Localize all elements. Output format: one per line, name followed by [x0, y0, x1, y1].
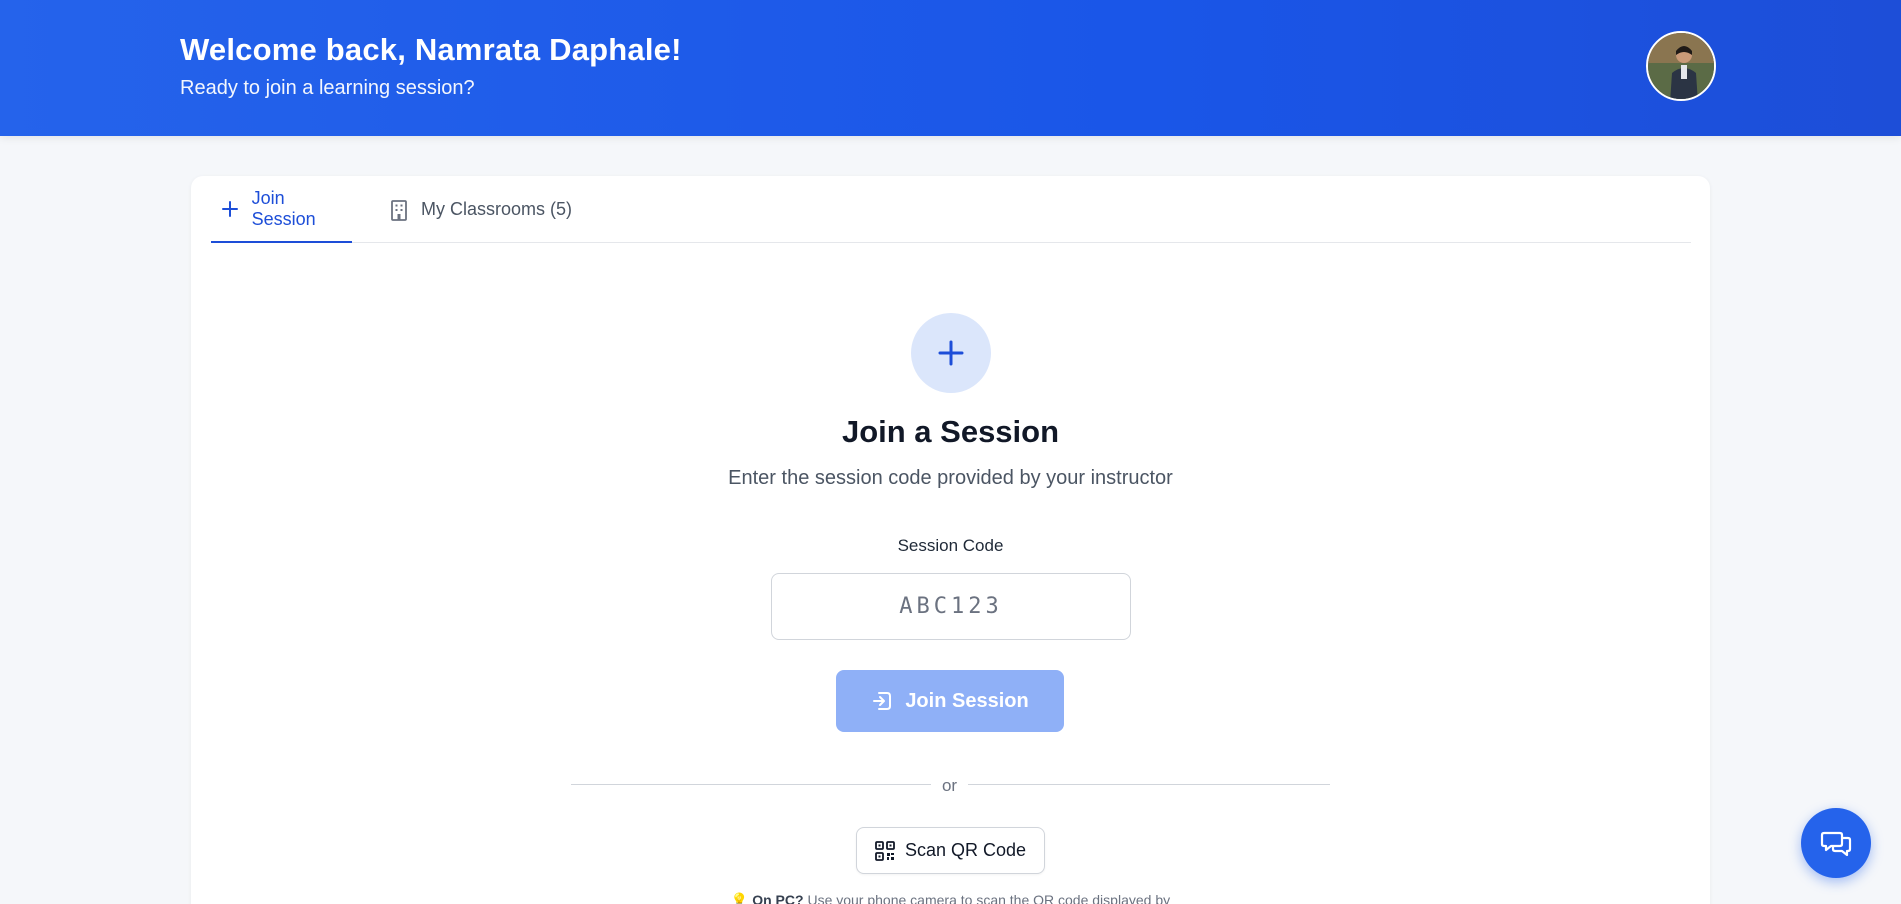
chat-button[interactable]: [1801, 808, 1871, 878]
welcome-header: Welcome back, Namrata Daphale! Ready to …: [0, 0, 1901, 136]
plus-icon: [938, 340, 964, 366]
join-session-button[interactable]: Join Session: [836, 670, 1064, 732]
lightbulb-icon: 💡: [730, 892, 749, 904]
user-avatar[interactable]: [1646, 31, 1716, 101]
login-icon: [871, 690, 893, 712]
tab-bar: Join Session My Classrooms (5): [211, 176, 1691, 243]
divider-or: or: [941, 776, 958, 795]
tab-join-session[interactable]: Join Session: [211, 176, 352, 243]
welcome-subtitle: Ready to join a learning session?: [180, 77, 475, 99]
scan-qr-button[interactable]: Scan QR Code: [856, 827, 1045, 874]
tab-join-session-label: Join Session: [251, 187, 316, 229]
join-session-button-label: Join Session: [905, 689, 1029, 712]
join-plus-badge: [911, 313, 991, 393]
building-icon: [388, 199, 410, 221]
divider-right: [968, 784, 1330, 785]
avatar-photo-icon: [1648, 33, 1714, 99]
plus-icon: [219, 198, 241, 220]
session-code-label: Session Code: [897, 536, 1004, 555]
qr-hint-bold: On PC?: [752, 892, 804, 904]
qr-hint: 💡 On PC? Use your phone camera to scan t…: [191, 892, 1710, 904]
join-subtitle: Enter the session code provided by your …: [728, 467, 1173, 489]
divider-left: [571, 784, 931, 785]
tab-my-classrooms[interactable]: My Classrooms (5): [388, 176, 572, 243]
main-card: Join Session My Classrooms (5) Join a Se…: [191, 176, 1710, 904]
tab-my-classrooms-label: My Classrooms (5): [421, 199, 573, 219]
qr-hint-text: Use your phone camera to scan the QR cod…: [807, 892, 1171, 904]
scan-qr-button-label: Scan QR Code: [904, 840, 1027, 860]
qr-code-icon: [875, 840, 895, 861]
chat-icon: [1820, 831, 1852, 857]
join-title: Join a Session: [841, 414, 1060, 449]
welcome-title: Welcome back, Namrata Daphale!: [180, 32, 682, 67]
session-code-input[interactable]: [771, 573, 1131, 640]
